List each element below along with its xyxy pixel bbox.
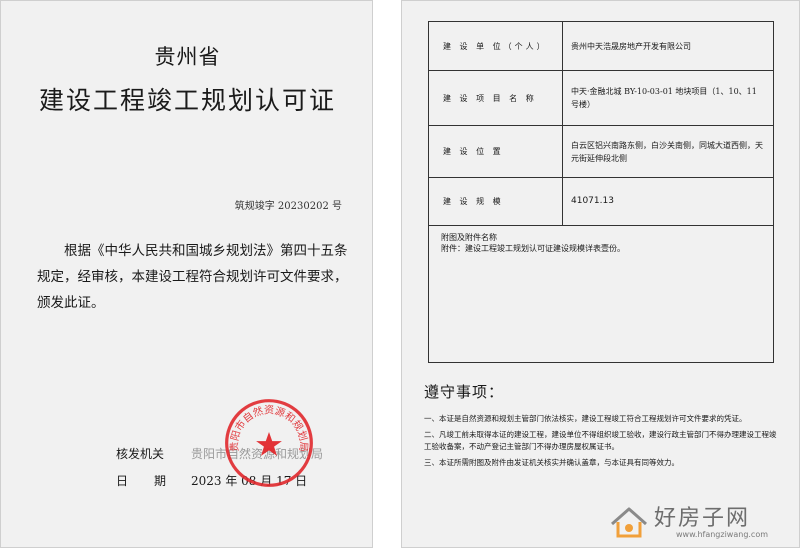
watermark-name: 好房子网 [654, 506, 751, 531]
site-watermark: 好房子网 www.hfangziwang.com [594, 500, 794, 544]
date-label-part2: 期 [154, 474, 167, 488]
table-row: 建 设 项 目 名 称 中天·金融北城 BY-10-03-01 地块项目（1、1… [429, 71, 773, 126]
table-row: 建 设 规 模 41071.13 [429, 178, 773, 226]
certificate-back-page: 建 设 单 位（个人） 贵州中天浩晟房地产开发有限公司 建 设 项 目 名 称 … [401, 0, 800, 548]
row-value: 贵州中天浩晟房地产开发有限公司 [571, 41, 691, 51]
table-row: 建 设 单 位（个人） 贵州中天浩晟房地产开发有限公司 [429, 22, 773, 71]
table-row: 建 设 位 置 白云区铝兴南路东侧，白沙关南侧，同城大道西侧，天元街延伸段北侧 [429, 126, 773, 178]
row-value: 中天·金融北城 BY-10-03-01 地块项目（1、10、11 号楼） [571, 87, 757, 109]
notice-heading: 遵守事项： [424, 383, 505, 401]
notice-item: 三、本证所需附图及附件由发证机关核实并确认盖章，与本证具有同等效力。 [424, 458, 679, 467]
certificate-title: 建设工程竣工规划认可证 [38, 86, 336, 115]
official-seal-icon: 贵阳市自然资源和规划局 [225, 399, 313, 487]
attachments-text: 附件：建设工程竣工规划认可证建设规模详表壹份。 [441, 244, 625, 253]
attachments-section: 附图及附件名称 附件：建设工程竣工规划认可证建设规模详表壹份。 [441, 232, 761, 254]
watermark-url: www.hfangziwang.com [676, 530, 769, 539]
row-value: 41071.13 [571, 196, 614, 206]
row-label: 建 设 位 置 [429, 126, 563, 177]
row-label: 建 设 规 模 [429, 178, 563, 225]
notice-item: 二、凡竣工前未取得本证的建设工程，建设单位不得组织竣工验收，建设行政主管部门不得… [424, 430, 777, 451]
row-label: 建 设 项 目 名 称 [429, 71, 563, 125]
project-info-table: 建 设 单 位（个人） 贵州中天浩晟房地产开发有限公司 建 设 项 目 名 称 … [428, 21, 774, 363]
notice-list: 一、本证是自然资源和规划主管部门依法核实，建设工程竣工符合工程规划许可文件要求的… [424, 413, 780, 473]
certificate-body-text: 根据《中华人民共和国城乡规划法》第四十五条规定，经审核，本建设工程符合规划许可文… [37, 243, 348, 311]
province-heading: 贵州省 [154, 45, 221, 69]
row-label: 建 设 单 位（个人） [429, 22, 563, 70]
issuer-label: 核发机关 [116, 447, 165, 461]
certificate-number: 筑规竣字 20230202 号 [234, 201, 342, 212]
certificate-front-page: 贵州省 建设工程竣工规划认可证 筑规竣字 20230202 号 根据《中华人民共… [0, 0, 373, 548]
row-value: 白云区铝兴南路东侧，白沙关南侧，同城大道西侧，天元街延伸段北侧 [571, 140, 763, 163]
house-logo-icon [611, 507, 647, 538]
notice-item: 一、本证是自然资源和规划主管部门依法核实，建设工程竣工符合工程规划许可文件要求的… [424, 414, 747, 423]
attachments-title: 附图及附件名称 [441, 233, 497, 242]
date-label-part1: 日 [116, 474, 129, 488]
